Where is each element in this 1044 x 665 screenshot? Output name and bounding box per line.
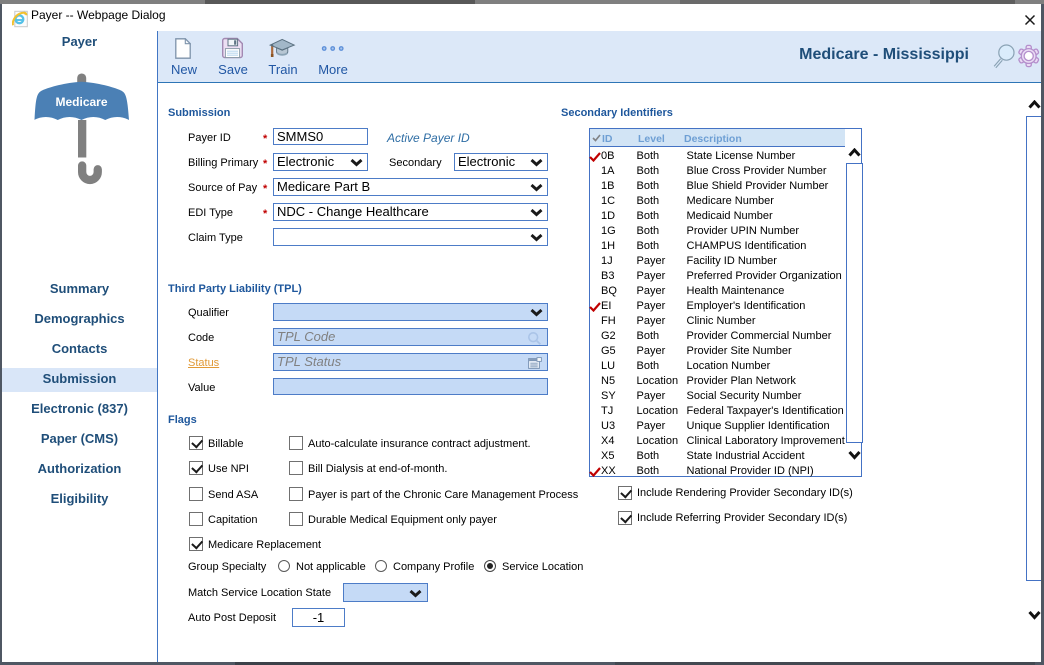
- svg-text:Medicare: Medicare: [55, 95, 107, 109]
